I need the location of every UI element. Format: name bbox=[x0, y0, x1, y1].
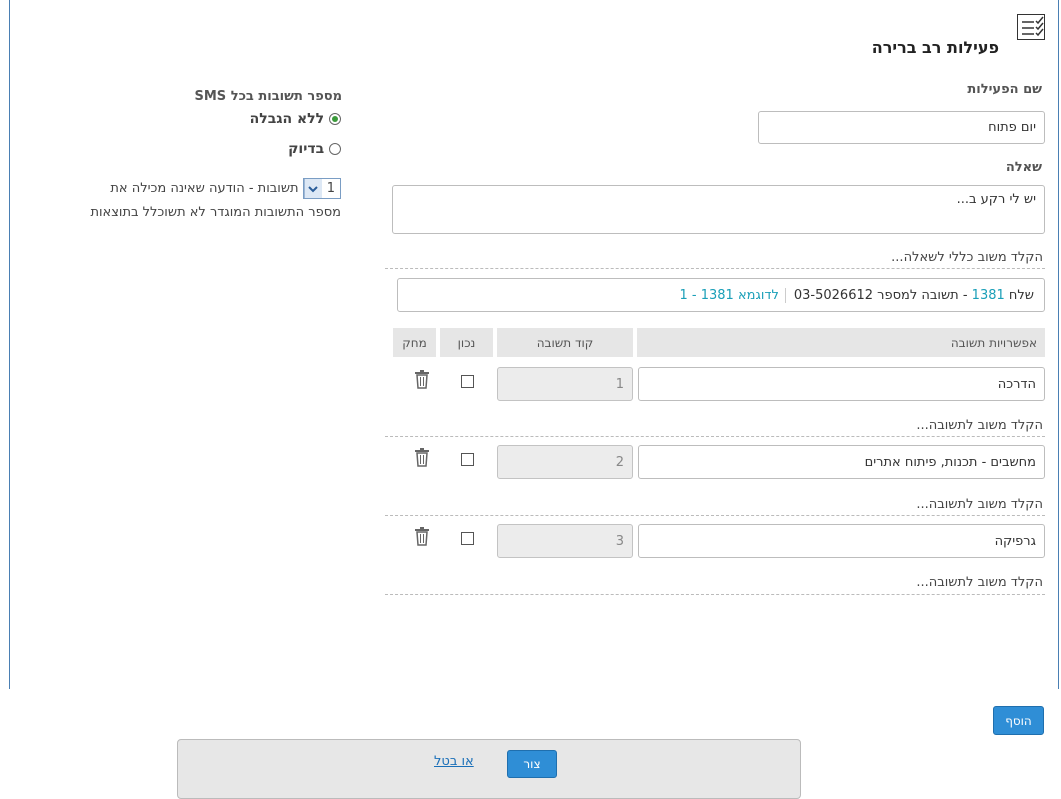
add-answer-button[interactable]: הוסף bbox=[993, 706, 1044, 735]
send-prefix: שלח bbox=[1008, 287, 1034, 303]
sms-count-row: 1 תשובות - הודעה שאינה מכילה את מספר התש… bbox=[31, 177, 341, 225]
sms-count-title: מספר תשובות בכל SMS bbox=[194, 89, 343, 104]
correct-checkbox-1[interactable] bbox=[461, 375, 474, 388]
question-textarea[interactable]: יש לי רקע ב... bbox=[392, 185, 1045, 234]
answer-code-1: 1 bbox=[497, 367, 633, 401]
send-code: 1381 bbox=[971, 287, 1005, 303]
divider bbox=[385, 268, 1045, 269]
answer-input-1[interactable]: הדרכה bbox=[638, 367, 1045, 401]
answer-count-value: 1 bbox=[326, 180, 335, 196]
divider bbox=[385, 515, 1045, 516]
activity-name-label: שם הפעילות bbox=[967, 82, 1042, 97]
trash-icon[interactable] bbox=[414, 526, 430, 546]
send-instructions: שלח 1381 - תשובה למספר 03-5026612 לדוגמא… bbox=[397, 278, 1045, 312]
header-correct: נכון bbox=[440, 328, 493, 357]
send-example: לדוגמא 1381 - 1 bbox=[679, 287, 786, 303]
question-label: שאלה bbox=[1005, 160, 1042, 175]
answer-count-select[interactable]: 1 bbox=[302, 178, 341, 199]
answer-input-3[interactable]: גרפיקה bbox=[638, 524, 1045, 558]
answer-count-suffix: תשובות - הודעה שאינה מכילה את bbox=[110, 181, 299, 196]
trash-icon[interactable] bbox=[414, 447, 430, 467]
option-exact[interactable]: בדיוק bbox=[288, 141, 341, 157]
question-feedback-input[interactable]: הקלד משוב כללי לשאלה... bbox=[891, 250, 1043, 265]
checklist-icon bbox=[1017, 14, 1045, 40]
option-exact-label: בדיוק bbox=[288, 141, 325, 157]
answer-feedback-1[interactable]: הקלד משוב לתשובה... bbox=[916, 418, 1043, 433]
trash-icon[interactable] bbox=[414, 369, 430, 389]
option-unlimited[interactable]: ללא הגבלה bbox=[250, 111, 341, 127]
answer-code-3: 3 bbox=[497, 524, 633, 558]
cancel-link[interactable]: או בטל bbox=[434, 754, 474, 769]
activity-name-input[interactable]: יום פתוח bbox=[758, 111, 1045, 144]
chevron-down-icon[interactable] bbox=[303, 179, 322, 198]
correct-checkbox-3[interactable] bbox=[461, 532, 474, 545]
correct-checkbox-2[interactable] bbox=[461, 453, 474, 466]
header-delete: מחק bbox=[393, 328, 436, 357]
radio-exact[interactable] bbox=[329, 143, 341, 155]
send-middle: - תשובה למספר 03-5026612 bbox=[793, 287, 968, 303]
create-button[interactable]: צור bbox=[507, 750, 557, 778]
answer-code-2: 2 bbox=[497, 445, 633, 479]
header-options: אפשרויות תשובה bbox=[637, 328, 1045, 357]
header-code: קוד תשובה bbox=[497, 328, 633, 357]
answer-feedback-3[interactable]: הקלד משוב לתשובה... bbox=[916, 575, 1043, 590]
footer-bar: צור או בטל bbox=[177, 739, 801, 799]
divider bbox=[385, 594, 1045, 595]
answer-feedback-2[interactable]: הקלד משוב לתשובה... bbox=[916, 497, 1043, 512]
answer-input-2[interactable]: מחשבים - תכנות, פיתוח אתרים bbox=[638, 445, 1045, 479]
divider bbox=[385, 436, 1045, 437]
page-title: פעילות רב ברירה bbox=[871, 38, 999, 57]
radio-unlimited[interactable] bbox=[329, 113, 341, 125]
answer-count-note: מספר התשובות המוגדר לא תשוכלל בתוצאות bbox=[90, 205, 341, 220]
option-unlimited-label: ללא הגבלה bbox=[249, 111, 325, 127]
